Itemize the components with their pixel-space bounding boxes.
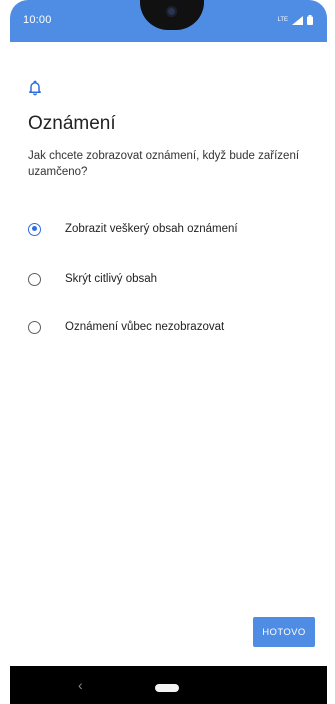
radio-option-hide-sensitive[interactable]: Skrýt citlivý obsah bbox=[28, 264, 318, 294]
signal-icon bbox=[292, 15, 303, 25]
option-label-show-all: Zobrazit veškerý obsah oznámení bbox=[65, 223, 238, 235]
phone-screen: 10:00 LTE Oznámení Jak chcete zobrazovat… bbox=[10, 0, 327, 704]
lock-screen-notification-settings: Oznámení Jak chcete zobrazovat oznámení,… bbox=[10, 42, 327, 638]
status-time: 10:00 bbox=[23, 14, 52, 26]
front-camera-icon bbox=[166, 6, 177, 17]
done-button[interactable]: HOTOVO bbox=[253, 617, 315, 647]
page-description: Jak chcete zobrazovat oznámení, když bud… bbox=[28, 150, 300, 178]
option-label-hide-all: Oznámení vůbec nezobrazovat bbox=[65, 321, 225, 333]
radio-selected-icon[interactable] bbox=[28, 222, 41, 236]
option-label-hide-sensitive: Skrýt citlivý obsah bbox=[65, 273, 158, 285]
status-bar: 10:00 LTE bbox=[10, 0, 327, 42]
status-icons: LTE bbox=[277, 15, 313, 25]
page-title: Oznámení bbox=[28, 113, 116, 134]
battery-icon bbox=[307, 15, 313, 25]
radio-option-show-all[interactable]: Zobrazit veškerý obsah oznámení bbox=[28, 214, 318, 244]
display-notch bbox=[140, 0, 204, 30]
back-icon[interactable]: ‹ bbox=[78, 677, 83, 693]
bell-icon bbox=[27, 80, 43, 96]
home-button[interactable] bbox=[155, 684, 179, 692]
radio-unselected-icon[interactable] bbox=[28, 320, 41, 334]
radio-unselected-icon[interactable] bbox=[28, 272, 41, 286]
navigation-bar: ‹ bbox=[10, 666, 327, 704]
radio-option-hide-all[interactable]: Oznámení vůbec nezobrazovat bbox=[28, 312, 318, 342]
network-label: LTE bbox=[277, 17, 288, 23]
